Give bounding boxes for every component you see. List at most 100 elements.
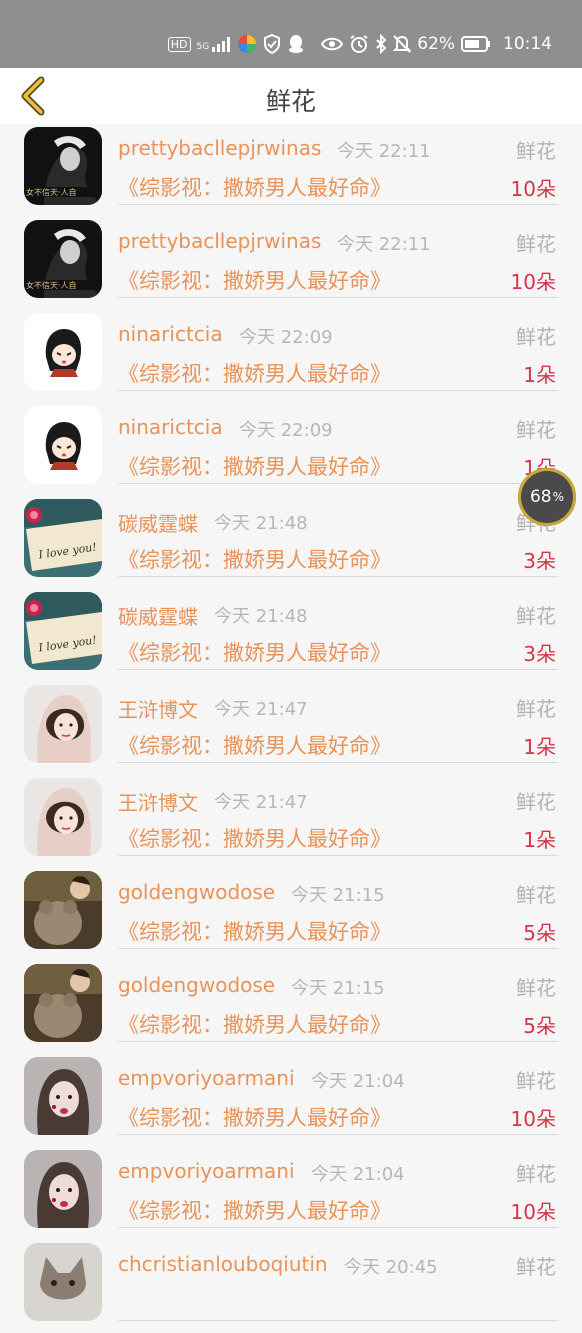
user-avatar[interactable]: I love you! xyxy=(24,592,102,670)
row-divider xyxy=(118,948,558,949)
gift-record-row[interactable]: ninarictcia今天 22:09鲜花《综影视：撒娇男人最好命》1朵 xyxy=(0,403,582,496)
book-title[interactable]: 《综影视：撒娇男人最好命》 xyxy=(118,544,391,574)
gift-record-row[interactable]: goldengwodose 今天 21:15 鲜花 《综影视：撒娇男人最好命》 5朵 xyxy=(0,961,582,1054)
user-name[interactable]: empvoriyoarmani xyxy=(118,1159,295,1183)
user-name[interactable]: ninarictcia xyxy=(118,415,223,439)
gift-record-row[interactable]: 王浒博文 今天 21:47 鲜花《综影视：撒娇男人最好命》 1朵 xyxy=(0,682,582,775)
row-divider xyxy=(118,297,558,298)
gift-record-row[interactable]: I love you! 碳威霆蝶今天 21:48 鲜花《综影视：撒娇男人最好命》 3朵 xyxy=(0,589,582,682)
user-avatar[interactable] xyxy=(24,1243,102,1321)
gift-time: 今天 21:48 xyxy=(214,513,308,534)
gift-record-row[interactable]: I love you!碳威霆蝶今天 21:48鲜花《综影视：撒娇男人最好命》3朵 xyxy=(0,496,582,589)
gift-record-row[interactable]: chcristianlouboqiutin 今天 20:45 鲜花 xyxy=(0,1240,582,1333)
svg-text:女不信天·人自: 女不信天·人自 xyxy=(26,280,77,290)
user-avatar[interactable]: 女不信天·人自 xyxy=(24,220,102,298)
gift-type: 鲜花 xyxy=(516,232,556,256)
battery-percent: 62% xyxy=(417,34,455,54)
gift-type: 鲜花 xyxy=(516,325,556,349)
status-icons: HD 5G 62% 10:14 xyxy=(167,30,552,58)
book-title[interactable]: 《综影视：撒娇男人最好命》 xyxy=(118,823,391,853)
floating-ball-unit: % xyxy=(552,490,565,504)
clock: 10:14 xyxy=(503,34,552,54)
gift-count: 10朵 xyxy=(510,177,556,201)
user-name[interactable]: prettybacllepjrwinas xyxy=(118,136,321,160)
gift-type: 鲜花 xyxy=(516,1162,556,1186)
gift-record-row[interactable]: empvoriyoarmani 今天 21:04 鲜花 《综影视：撒娇男人最好命》 10… xyxy=(0,1054,582,1147)
gift-record-list[interactable]: 女不信天·人自 prettybacllepjrwinas 今天 22:11 鲜花 《综影… xyxy=(0,124,582,1333)
user-avatar[interactable] xyxy=(24,313,102,391)
user-name[interactable]: 王浒博文 xyxy=(118,694,198,723)
gift-time: 今天 21:15 xyxy=(291,885,385,906)
floating-ball[interactable]: 68% xyxy=(518,468,576,526)
user-name[interactable]: goldengwodose xyxy=(118,880,275,904)
user-avatar[interactable] xyxy=(24,685,102,763)
user-avatar[interactable] xyxy=(24,406,102,484)
user-name[interactable]: prettybacllepjrwinas xyxy=(118,229,321,253)
gift-record-row[interactable]: 王浒博文 今天 21:47 鲜花《综影视：撒娇男人最好命》 1朵 xyxy=(0,775,582,868)
user-name[interactable]: 碳威霆蝶 xyxy=(118,601,198,630)
gift-record-row[interactable]: 女不信天·人自 prettybacllepjrwinas 今天 22:11 鲜花 《综影… xyxy=(0,124,582,217)
gift-record-row[interactable]: goldengwodose 今天 21:15 鲜花 《综影视：撒娇男人最好命》 5朵 xyxy=(0,868,582,961)
eye-icon xyxy=(321,36,344,52)
user-avatar[interactable] xyxy=(24,871,102,949)
bluetooth-icon xyxy=(375,34,387,54)
user-name[interactable]: chcristianlouboqiutin xyxy=(118,1252,328,1276)
gift-count: 1朵 xyxy=(523,828,556,852)
gift-record-row[interactable]: ninarictcia今天 22:09鲜花《综影视：撒娇男人最好命》1朵 xyxy=(0,310,582,403)
title-bar: 鲜花 xyxy=(0,68,582,124)
gift-time: 今天 21:47 xyxy=(214,792,308,813)
user-name[interactable]: 王浒博文 xyxy=(118,787,198,816)
row-divider xyxy=(118,855,558,856)
gift-count: 1朵 xyxy=(523,735,556,759)
mute-bell-icon xyxy=(393,34,412,54)
user-avatar[interactable] xyxy=(24,1057,102,1135)
gift-count: 5朵 xyxy=(523,921,556,945)
gift-time: 今天 21:47 xyxy=(214,699,308,720)
book-title[interactable]: 《综影视：撒娇男人最好命》 xyxy=(118,1102,391,1132)
user-name[interactable]: 碳威霆蝶 xyxy=(118,508,198,537)
user-name[interactable]: ninarictcia xyxy=(118,322,223,346)
gift-type: 鲜花 xyxy=(516,976,556,1000)
row-divider xyxy=(118,1041,558,1042)
book-title[interactable]: 《综影视：撒娇男人最好命》 xyxy=(118,172,391,202)
network-type: 5G xyxy=(196,42,210,52)
user-avatar[interactable]: I love you! xyxy=(24,499,102,577)
gift-time: 今天 21:48 xyxy=(214,606,308,627)
gift-count: 10朵 xyxy=(510,1200,556,1224)
book-title[interactable]: 《综影视：撒娇男人最好命》 xyxy=(118,916,391,946)
gift-count: 3朵 xyxy=(523,642,556,666)
user-avatar[interactable]: 女不信天·人自 xyxy=(24,127,102,205)
status-bar: HD 5G 62% 10:14 xyxy=(0,0,582,68)
book-title[interactable]: 《综影视：撒娇男人最好命》 xyxy=(118,358,391,388)
gift-type: 鲜花 xyxy=(516,418,556,442)
gift-type: 鲜花 xyxy=(516,1069,556,1093)
user-name[interactable]: empvoriyoarmani xyxy=(118,1066,295,1090)
gift-count: 3朵 xyxy=(523,549,556,573)
book-title[interactable]: 《综影视：撒娇男人最好命》 xyxy=(118,1195,391,1225)
floating-ball-value: 68 xyxy=(529,487,552,507)
book-title[interactable]: 《综影视：撒娇男人最好命》 xyxy=(118,637,391,667)
user-name[interactable]: goldengwodose xyxy=(118,973,275,997)
gift-record-row[interactable]: empvoriyoarmani 今天 21:04 鲜花 《综影视：撒娇男人最好命》 10… xyxy=(0,1147,582,1240)
row-divider xyxy=(118,669,558,670)
book-title[interactable]: 《综影视：撒娇男人最好命》 xyxy=(118,730,391,760)
gift-record-row[interactable]: 女不信天·人自 prettybacllepjrwinas 今天 22:11 鲜花《综影… xyxy=(0,217,582,310)
gift-type: 鲜花 xyxy=(516,604,556,628)
gift-time: 今天 22:11 xyxy=(337,234,431,255)
book-title[interactable]: 《综影视：撒娇男人最好命》 xyxy=(118,451,391,481)
row-divider xyxy=(118,576,558,577)
book-title[interactable]: 《综影视：撒娇男人最好命》 xyxy=(118,265,391,295)
user-avatar[interactable] xyxy=(24,1150,102,1228)
book-title[interactable]: 《综影视：撒娇男人最好命》 xyxy=(118,1009,391,1039)
user-avatar[interactable] xyxy=(24,964,102,1042)
alarm-icon xyxy=(349,34,369,54)
gift-type: 鲜花 xyxy=(516,1255,556,1279)
gift-type: 鲜花 xyxy=(516,790,556,814)
gift-count: 1朵 xyxy=(523,363,556,387)
gift-type: 鲜花 xyxy=(516,697,556,721)
user-avatar[interactable] xyxy=(24,778,102,856)
gift-time: 今天 22:11 xyxy=(337,141,431,162)
svg-text:女不信天·人自: 女不信天·人自 xyxy=(26,187,77,197)
signal-icon: 5G xyxy=(197,36,232,52)
gift-count: 5朵 xyxy=(523,1014,556,1038)
